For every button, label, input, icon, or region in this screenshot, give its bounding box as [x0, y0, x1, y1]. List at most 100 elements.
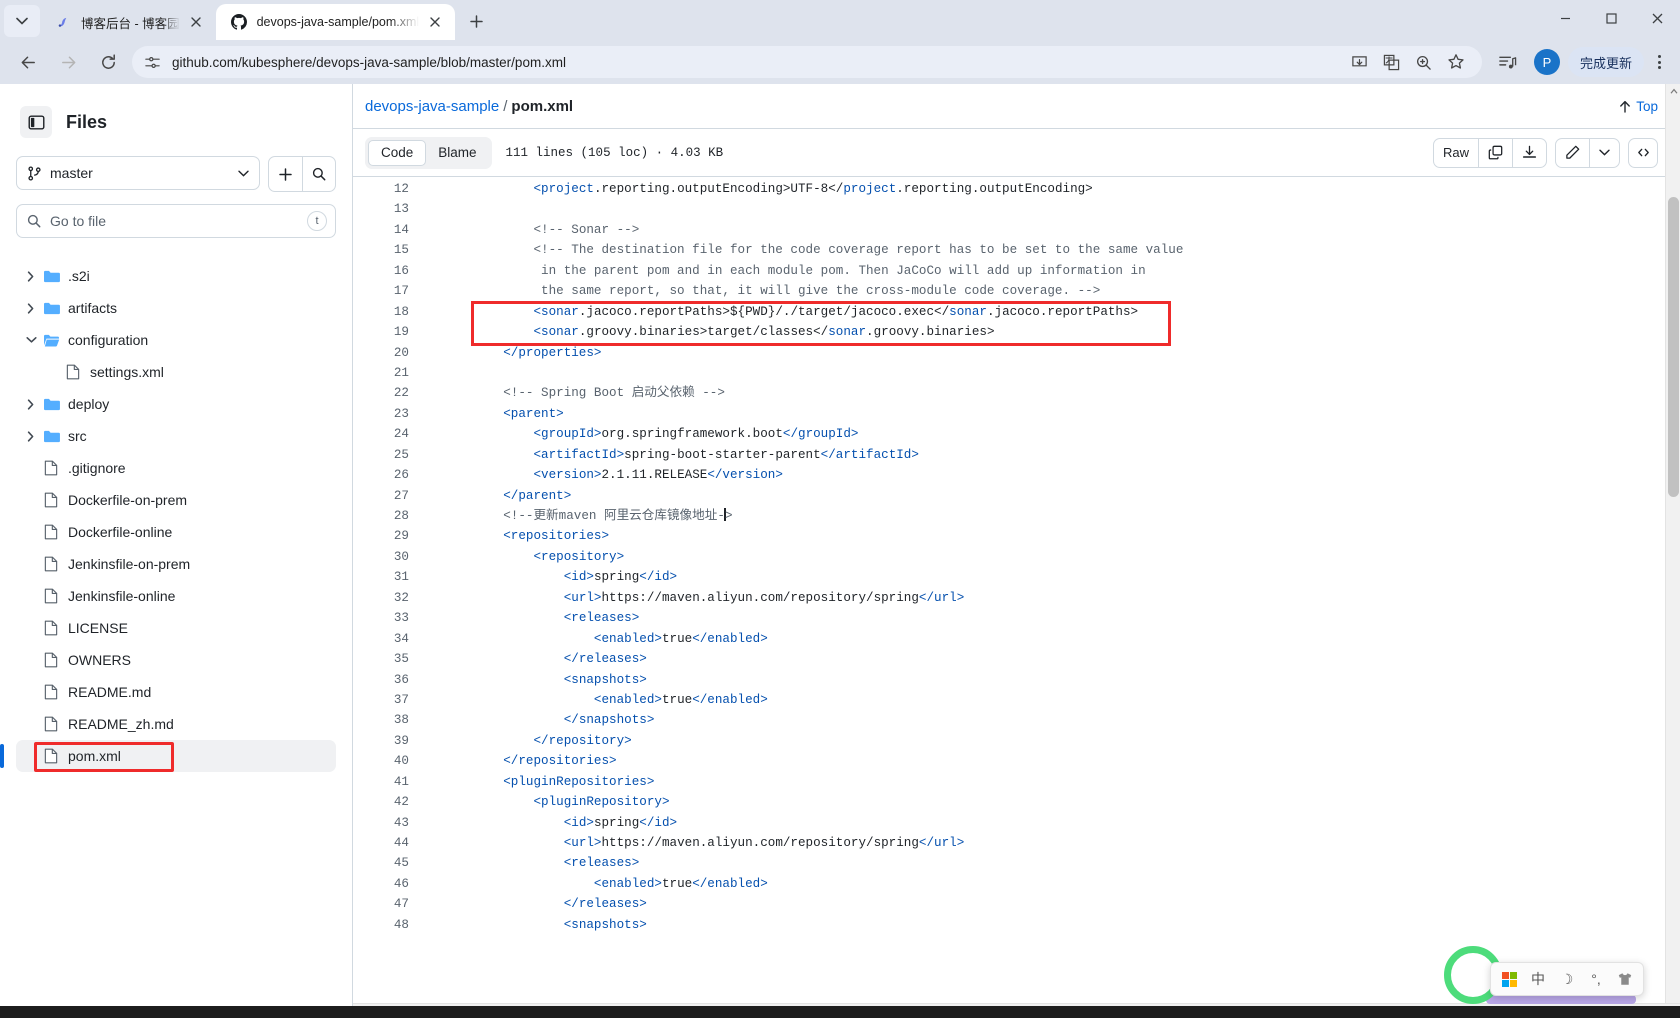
tree-item-deploy[interactable]: deploy — [16, 388, 336, 420]
line-number[interactable]: 47 — [353, 894, 425, 914]
ms-logo-icon[interactable] — [1501, 971, 1517, 987]
tree-item-dockerfile-online[interactable]: Dockerfile-online — [16, 516, 336, 548]
line-number[interactable]: 33 — [353, 608, 425, 628]
line-number[interactable]: 43 — [353, 813, 425, 833]
line-number[interactable]: 37 — [353, 690, 425, 710]
punctuation-icon[interactable]: °, — [1588, 971, 1604, 987]
profile-avatar[interactable]: P — [1533, 49, 1560, 75]
forward-arrow-icon[interactable] — [53, 47, 83, 77]
tree-item-jenkinsfile-on-prem[interactable]: Jenkinsfile-on-prem — [16, 548, 336, 580]
line-number[interactable]: 13 — [353, 199, 425, 219]
raw-button[interactable]: Raw — [1434, 139, 1478, 167]
reading-list-icon[interactable] — [1493, 47, 1523, 77]
collapse-panel-icon[interactable] — [20, 106, 52, 138]
ime-status-bar[interactable]: 中 ☽ °, — [1490, 962, 1644, 996]
minimize-button[interactable] — [1542, 0, 1588, 36]
breadcrumb-repo-link[interactable]: devops-java-sample — [365, 98, 499, 115]
vertical-scroll-thumb[interactable] — [1668, 197, 1679, 497]
vertical-scrollbar[interactable] — [1665, 84, 1680, 1018]
top-link[interactable]: Top — [1619, 99, 1658, 114]
line-number[interactable]: 28 — [353, 506, 425, 526]
tree-item-pom-xml[interactable]: pom.xml — [0, 740, 336, 772]
tree-item-readme-md[interactable]: README.md — [16, 676, 336, 708]
chevron-right-icon[interactable] — [22, 302, 40, 314]
line-number[interactable]: 35 — [353, 649, 425, 669]
line-number[interactable]: 32 — [353, 588, 425, 608]
line-number[interactable]: 22 — [353, 383, 425, 403]
line-number[interactable]: 30 — [353, 547, 425, 567]
moon-icon[interactable]: ☽ — [1559, 971, 1575, 988]
line-number[interactable]: 48 — [353, 915, 425, 935]
line-number[interactable]: 26 — [353, 465, 425, 485]
go-to-file-input[interactable]: Go to file t — [16, 204, 336, 238]
tree-item-s2i[interactable]: .s2i — [16, 260, 336, 292]
close-button[interactable] — [1634, 0, 1680, 36]
line-number[interactable]: 46 — [353, 874, 425, 894]
tab-blame[interactable]: Blame — [426, 140, 488, 166]
chevron-down-icon[interactable] — [1589, 138, 1619, 167]
three-dots-menu-icon[interactable] — [1646, 47, 1672, 77]
close-icon[interactable] — [425, 12, 445, 32]
line-number[interactable]: 36 — [353, 670, 425, 690]
chinese-mode-icon[interactable]: 中 — [1530, 969, 1546, 989]
tree-item-owners[interactable]: OWNERS — [16, 644, 336, 676]
chevron-right-icon[interactable] — [22, 430, 40, 442]
scroll-up-arrow-icon[interactable] — [1666, 84, 1680, 99]
chevron-down-icon[interactable] — [22, 336, 40, 344]
finish-update-button[interactable]: 完成更新 — [1567, 47, 1644, 77]
line-number[interactable]: 25 — [353, 445, 425, 465]
tab-code[interactable]: Code — [368, 139, 427, 166]
line-number[interactable]: 15 — [353, 240, 425, 260]
line-number[interactable]: 31 — [353, 567, 425, 587]
line-number[interactable]: 17 — [353, 281, 425, 301]
site-settings-icon[interactable] — [144, 54, 166, 71]
line-number[interactable]: 18 — [353, 302, 425, 322]
new-tab-button[interactable] — [461, 6, 491, 36]
line-number[interactable]: 39 — [353, 731, 425, 751]
close-icon[interactable] — [186, 12, 206, 32]
translate-icon[interactable] — [1379, 49, 1405, 75]
tab-github-pom[interactable]: devops-java-sample/pom.xml — [215, 4, 456, 40]
tree-item-configuration[interactable]: configuration — [16, 324, 336, 356]
download-icon[interactable] — [1512, 138, 1546, 167]
code-viewer[interactable]: 12 <project.reporting.outputEncoding>UTF… — [353, 176, 1680, 1018]
zoom-icon[interactable] — [1411, 49, 1437, 75]
tree-item-gitignore[interactable]: .gitignore — [16, 452, 336, 484]
line-number[interactable]: 41 — [353, 772, 425, 792]
line-number[interactable]: 44 — [353, 833, 425, 853]
line-number[interactable]: 19 — [353, 322, 425, 342]
tree-item-license[interactable]: LICENSE — [16, 612, 336, 644]
line-number[interactable]: 29 — [353, 526, 425, 546]
branch-selector[interactable]: master — [16, 156, 260, 190]
tree-item-jenkinsfile-online[interactable]: Jenkinsfile-online — [16, 580, 336, 612]
bookmark-star-icon[interactable] — [1443, 49, 1469, 75]
address-bar[interactable]: github.com/kubesphere/devops-java-sample… — [132, 46, 1482, 78]
line-number[interactable]: 40 — [353, 751, 425, 771]
tree-item-settings-xml[interactable]: settings.xml — [16, 356, 336, 388]
tab-search-button[interactable] — [4, 5, 40, 37]
pencil-icon[interactable] — [1556, 139, 1589, 167]
line-number[interactable]: 21 — [353, 363, 425, 383]
reload-icon[interactable] — [93, 47, 123, 77]
line-number[interactable]: 34 — [353, 629, 425, 649]
line-number[interactable]: 42 — [353, 792, 425, 812]
tree-item-src[interactable]: src — [16, 420, 336, 452]
code-brackets-icon[interactable] — [1628, 137, 1658, 168]
line-number[interactable]: 23 — [353, 404, 425, 424]
chevron-right-icon[interactable] — [22, 270, 40, 282]
line-number[interactable]: 14 — [353, 220, 425, 240]
line-number[interactable]: 24 — [353, 424, 425, 444]
tree-item-artifacts[interactable]: artifacts — [16, 292, 336, 324]
tree-item-readme-zh-md[interactable]: README_zh.md — [16, 708, 336, 740]
install-app-icon[interactable] — [1347, 49, 1373, 75]
skin-icon[interactable] — [1617, 972, 1633, 986]
chevron-right-icon[interactable] — [22, 398, 40, 410]
tree-item-dockerfile-on-prem[interactable]: Dockerfile-on-prem — [16, 484, 336, 516]
tab-cnblogs[interactable]: 博客后台 - 博客园 — [40, 4, 216, 40]
line-number[interactable]: 27 — [353, 486, 425, 506]
maximize-button[interactable] — [1588, 0, 1634, 36]
search-files-icon[interactable] — [302, 157, 335, 191]
copy-icon[interactable] — [1478, 138, 1512, 167]
line-number[interactable]: 38 — [353, 710, 425, 730]
line-number[interactable]: 45 — [353, 853, 425, 873]
